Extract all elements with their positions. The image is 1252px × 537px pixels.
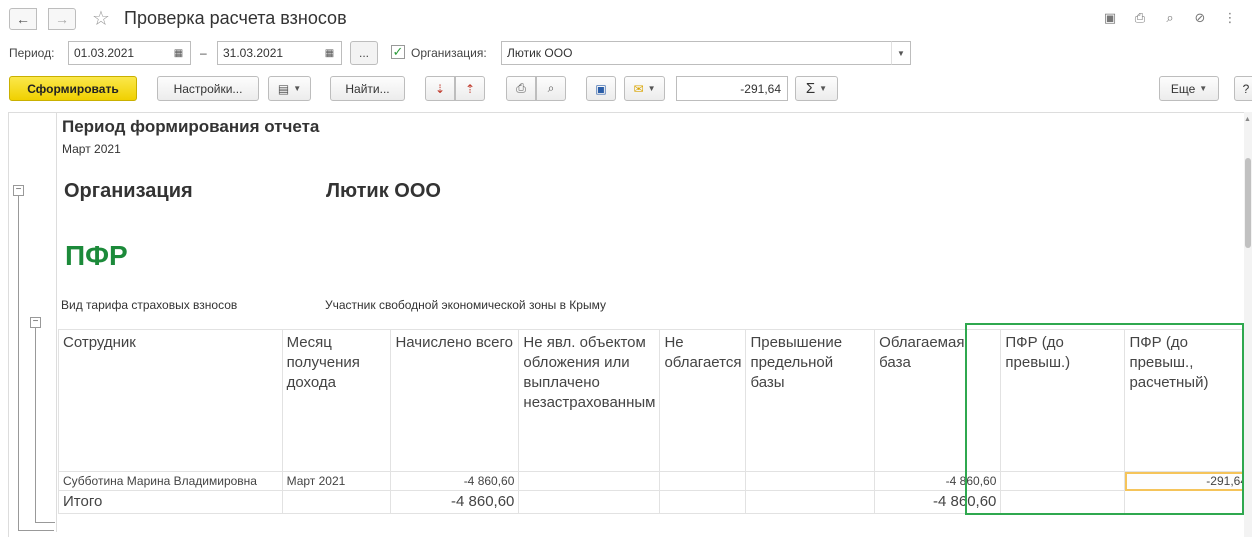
total-not-object[interactable] xyxy=(518,490,661,514)
cell-pfr[interactable] xyxy=(1000,471,1126,491)
org-label: Организация: xyxy=(411,46,487,60)
col-not-object[interactable]: Не явл. объектом обложения или выплачено… xyxy=(518,329,661,472)
sort-asc-icon: ⇡ xyxy=(464,81,476,96)
cell-employee[interactable]: Субботина Марина Владимировна xyxy=(58,471,283,491)
total-pfr[interactable] xyxy=(1000,490,1126,514)
cell-not-object[interactable] xyxy=(518,471,661,491)
more-vertical-icon[interactable]: ⋮ xyxy=(1222,10,1238,26)
sum-mode-button[interactable]: Σ ▼ xyxy=(795,76,838,101)
report-period-value: Март 2021 xyxy=(62,142,121,156)
col-not-taxed[interactable]: Не облагается xyxy=(659,329,747,472)
org-value: Лютик ООО xyxy=(326,180,441,202)
report-variant-icon: ▤ xyxy=(277,81,290,96)
period-select-button[interactable]: ... xyxy=(350,41,378,65)
cell-excess[interactable] xyxy=(745,471,876,491)
gutter-border xyxy=(56,112,57,532)
cell-accrued[interactable]: -4 860,60 xyxy=(390,471,520,491)
forward-button[interactable]: → xyxy=(48,8,76,30)
period-dash: – xyxy=(200,46,207,60)
collapse-fund-icon[interactable]: − xyxy=(30,317,41,328)
title-bar: ← → ☆ Проверка расчета взносов ▣ ⎙ ⌕ ⊘ ⋮ xyxy=(0,0,1252,36)
table-row: Субботина Марина Владимировна Март 2021 … xyxy=(58,471,1252,491)
outline-line xyxy=(18,530,54,531)
total-accrued[interactable]: -4 860,60 xyxy=(390,490,520,514)
scrollbar-thumb[interactable] xyxy=(1245,158,1251,248)
col-excess[interactable]: Превышение предельной базы xyxy=(745,329,876,472)
selection-sum-field[interactable]: -291,64 xyxy=(676,76,788,101)
col-month[interactable]: Месяц получения дохода xyxy=(281,329,392,472)
help-button[interactable]: ? xyxy=(1234,76,1252,101)
preview-icon[interactable]: ⌕ xyxy=(1162,10,1178,26)
chevron-down-icon: ▼ xyxy=(293,84,302,93)
report-table: Сотрудник Месяц получения дохода Начисле… xyxy=(58,329,1252,514)
tariff-label: Вид тарифа страховых взносов xyxy=(61,298,238,312)
collapse-org-icon[interactable]: − xyxy=(13,185,24,196)
calendar-from-icon[interactable]: ▦ xyxy=(167,41,191,65)
send-mail-button[interactable]: ✉ ▼ xyxy=(624,76,665,101)
save-button[interactable]: ▣ xyxy=(586,76,616,101)
date-to-input[interactable] xyxy=(217,41,319,65)
mail-icon: ✉ xyxy=(633,81,644,96)
table-header: Сотрудник Месяц получения дохода Начисле… xyxy=(58,329,1252,472)
org-dropdown-arrow-icon[interactable]: ▼ xyxy=(891,41,911,65)
org-input[interactable] xyxy=(501,41,892,65)
more-button[interactable]: Еще ▼ xyxy=(1159,76,1219,101)
print-button[interactable]: ⎙ xyxy=(506,76,536,101)
total-pfr-calc[interactable] xyxy=(1124,490,1252,514)
cell-taxable[interactable]: -4 860,60 xyxy=(874,471,1002,491)
window-title: Проверка расчета взносов xyxy=(124,8,347,28)
variant-button[interactable]: ▤ ▼ xyxy=(268,76,311,101)
print-icon[interactable]: ⎙ xyxy=(1132,10,1148,26)
total-excess[interactable] xyxy=(745,490,876,514)
cell-pfr-calc[interactable]: -291,64 xyxy=(1124,471,1252,491)
chevron-down-icon: ▼ xyxy=(819,84,828,93)
fund-heading: ПФР xyxy=(65,240,128,271)
col-pfr[interactable]: ПФР (до превыш.) xyxy=(1000,329,1126,472)
sort-desc-icon: ⇣ xyxy=(434,81,446,96)
org-heading: Организация xyxy=(64,180,193,202)
col-pfr-calc[interactable]: ПФР (до превыш., расчетный) xyxy=(1124,329,1252,472)
print-icon: ⎙ xyxy=(516,81,526,95)
outline-line xyxy=(35,328,36,523)
total-not-taxed[interactable] xyxy=(659,490,747,514)
org-checkbox[interactable]: ✓ xyxy=(391,45,405,59)
save-icon: ▣ xyxy=(595,81,607,96)
total-row: Итого -4 860,60 -4 860,60 xyxy=(58,490,1252,514)
star-icon[interactable]: ☆ xyxy=(92,6,110,31)
help-icon: ? xyxy=(1242,81,1250,96)
arrow-left-icon: ← xyxy=(16,11,30,27)
link-icon[interactable]: ⊘ xyxy=(1192,10,1208,26)
generate-button[interactable]: Сформировать xyxy=(9,76,137,101)
col-accrued[interactable]: Начислено всего xyxy=(390,329,520,472)
arrow-right-icon: → xyxy=(55,11,69,27)
find-button[interactable]: Найти... xyxy=(330,76,405,101)
cell-month[interactable]: Март 2021 xyxy=(281,471,392,491)
sort-desc-button[interactable]: ⇡ xyxy=(455,76,485,101)
outline-line xyxy=(35,522,55,523)
chevron-down-icon: ▼ xyxy=(1199,84,1208,93)
settings-button[interactable]: Настройки... xyxy=(157,76,259,101)
cell-not-taxed[interactable] xyxy=(659,471,747,491)
back-button[interactable]: ← xyxy=(9,8,37,30)
period-label: Период: xyxy=(9,46,55,60)
total-label[interactable]: Итого xyxy=(58,490,283,514)
date-from-input[interactable] xyxy=(68,41,168,65)
tariff-value: Участник свободной экономической зоны в … xyxy=(325,298,606,312)
outline-line xyxy=(18,196,19,531)
sort-asc-button[interactable]: ⇣ xyxy=(425,76,455,101)
col-employee[interactable]: Сотрудник xyxy=(58,329,283,472)
scroll-up-icon[interactable]: ▲ xyxy=(1244,116,1251,123)
total-taxable[interactable]: -4 860,60 xyxy=(874,490,1002,514)
report-period-heading: Период формирования отчета xyxy=(62,117,320,136)
save-icon[interactable]: ▣ xyxy=(1102,10,1118,26)
chevron-down-icon: ▼ xyxy=(647,84,656,93)
col-taxable[interactable]: Облагаемая база xyxy=(874,329,1002,472)
window-actions: ▣ ⎙ ⌕ ⊘ ⋮ xyxy=(1102,10,1238,26)
preview-icon: ⌕ xyxy=(547,81,555,95)
total-month[interactable] xyxy=(281,490,392,514)
more-label: Еще xyxy=(1170,81,1196,96)
calendar-to-icon[interactable]: ▦ xyxy=(318,41,342,65)
sigma-icon: Σ xyxy=(805,80,816,97)
print-preview-button[interactable]: ⌕ xyxy=(536,76,566,101)
